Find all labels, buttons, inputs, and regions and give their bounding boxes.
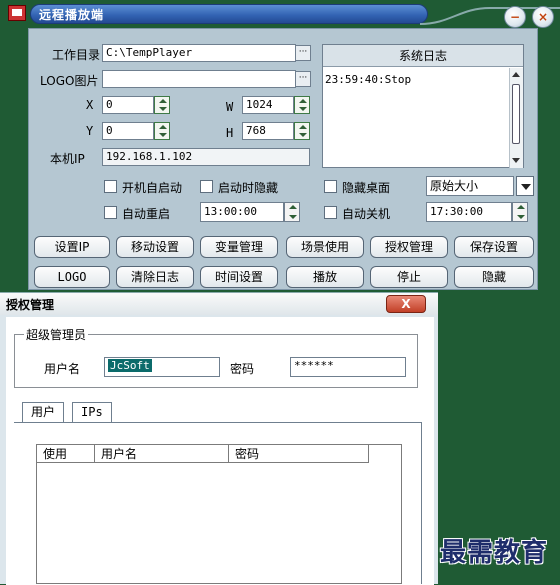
password-label: 密码 — [230, 362, 255, 376]
license-manage-button[interactable]: 授权管理 — [370, 236, 448, 258]
log-scrollbar[interactable] — [509, 68, 523, 168]
h-spin-button[interactable] — [294, 122, 310, 140]
time-settings-button[interactable]: 时间设置 — [200, 266, 278, 288]
column-header-use[interactable]: 使用 — [37, 445, 95, 463]
tab-users[interactable]: 用户 — [22, 402, 65, 422]
save-settings-button[interactable]: 保存设置 — [454, 236, 534, 258]
h-label: H — [226, 126, 234, 140]
workdir-field[interactable]: C:\TempPlayer — [102, 44, 296, 62]
shutdown-time-spin-button[interactable] — [512, 202, 528, 222]
chevron-down-icon — [521, 184, 531, 190]
hide-desktop-checkbox[interactable] — [324, 180, 337, 193]
username-label: 用户名 — [44, 362, 81, 376]
size-select-dropdown-button[interactable] — [516, 176, 534, 196]
play-button[interactable]: 播放 — [286, 266, 364, 288]
window-title-bar: 远程播放端 — [30, 4, 428, 24]
x-spin-button[interactable] — [154, 96, 170, 114]
workdir-label: 工作目录 — [52, 48, 101, 62]
local-ip-label: 本机IP — [50, 152, 85, 166]
super-admin-group-title: 超级管理员 — [24, 326, 89, 343]
scroll-thumb[interactable] — [512, 84, 520, 144]
auto-shutdown-checkbox[interactable] — [324, 206, 337, 219]
set-ip-button[interactable]: 设置IP — [34, 236, 110, 258]
dialog-title: 授权管理 — [6, 298, 55, 312]
y-spin-button[interactable] — [154, 122, 170, 140]
restart-time-spin-button[interactable] — [284, 202, 300, 222]
watermark-logo-text: 最需教育 — [440, 538, 549, 568]
y-field[interactable]: 0 — [102, 122, 154, 140]
logo-image-label: LOGO图片 — [40, 74, 99, 88]
system-log-header: 系统日志 — [323, 45, 523, 67]
clear-log-button[interactable]: 清除日志 — [116, 266, 194, 288]
stop-button[interactable]: 停止 — [370, 266, 448, 288]
w-label: W — [226, 100, 234, 114]
hide-desktop-label: 隐藏桌面 — [342, 181, 391, 195]
logo-image-field[interactable] — [102, 70, 296, 88]
h-field[interactable]: 768 — [242, 122, 294, 140]
w-spin-button[interactable] — [294, 96, 310, 114]
column-header-username[interactable]: 用户名 — [95, 445, 229, 463]
scroll-up-icon[interactable] — [512, 72, 520, 77]
variable-manage-button[interactable]: 变量管理 — [200, 236, 278, 258]
logo-button[interactable]: LOGO — [34, 266, 110, 288]
x-label: X — [86, 98, 94, 112]
log-line: 23:59:40:Stop — [325, 73, 412, 86]
username-field[interactable]: JcSoft — [104, 357, 220, 377]
tab-ips[interactable]: IPs — [72, 402, 112, 422]
hide-button[interactable]: 隐藏 — [454, 266, 534, 288]
dialog-close-button[interactable]: X — [386, 295, 426, 313]
dialog-titlebar: 授权管理 X — [0, 293, 438, 315]
local-ip-field: 192.168.1.102 — [102, 148, 310, 166]
window-controls: − × — [420, 2, 560, 28]
scene-use-button[interactable]: 场景使用 — [286, 236, 364, 258]
restart-time-field[interactable]: 13:00:00 — [200, 202, 284, 222]
workdir-browse-button[interactable]: ··· — [295, 45, 311, 61]
y-label: Y — [86, 124, 94, 138]
logo-browse-button[interactable]: ··· — [295, 71, 311, 87]
autostart-label: 开机自启动 — [122, 181, 183, 195]
move-settings-button[interactable]: 移动设置 — [116, 236, 194, 258]
shutdown-time-field[interactable]: 17:30:00 — [426, 202, 512, 222]
password-field[interactable]: ****** — [290, 357, 406, 377]
w-field[interactable]: 1024 — [242, 96, 294, 114]
username-value: JcSoft — [108, 359, 152, 372]
app-icon — [8, 5, 26, 21]
auto-restart-checkbox[interactable] — [104, 206, 117, 219]
close-button[interactable]: × — [532, 6, 554, 28]
auto-restart-label: 自动重启 — [122, 207, 171, 221]
hide-on-start-label: 启动时隐藏 — [218, 181, 279, 195]
window-title: 远程播放端 — [39, 8, 105, 22]
auto-shutdown-label: 自动关机 — [342, 207, 391, 221]
users-table[interactable]: 使用 用户名 密码 — [36, 444, 402, 584]
system-log-panel: 系统日志 23:59:40:Stop — [322, 44, 524, 168]
size-select[interactable]: 原始大小 — [426, 176, 514, 196]
minimize-button[interactable]: − — [504, 6, 526, 28]
column-header-password[interactable]: 密码 — [229, 445, 369, 463]
scroll-down-icon[interactable] — [512, 158, 520, 163]
autostart-checkbox[interactable] — [104, 180, 117, 193]
hide-on-start-checkbox[interactable] — [200, 180, 213, 193]
x-field[interactable]: 0 — [102, 96, 154, 114]
